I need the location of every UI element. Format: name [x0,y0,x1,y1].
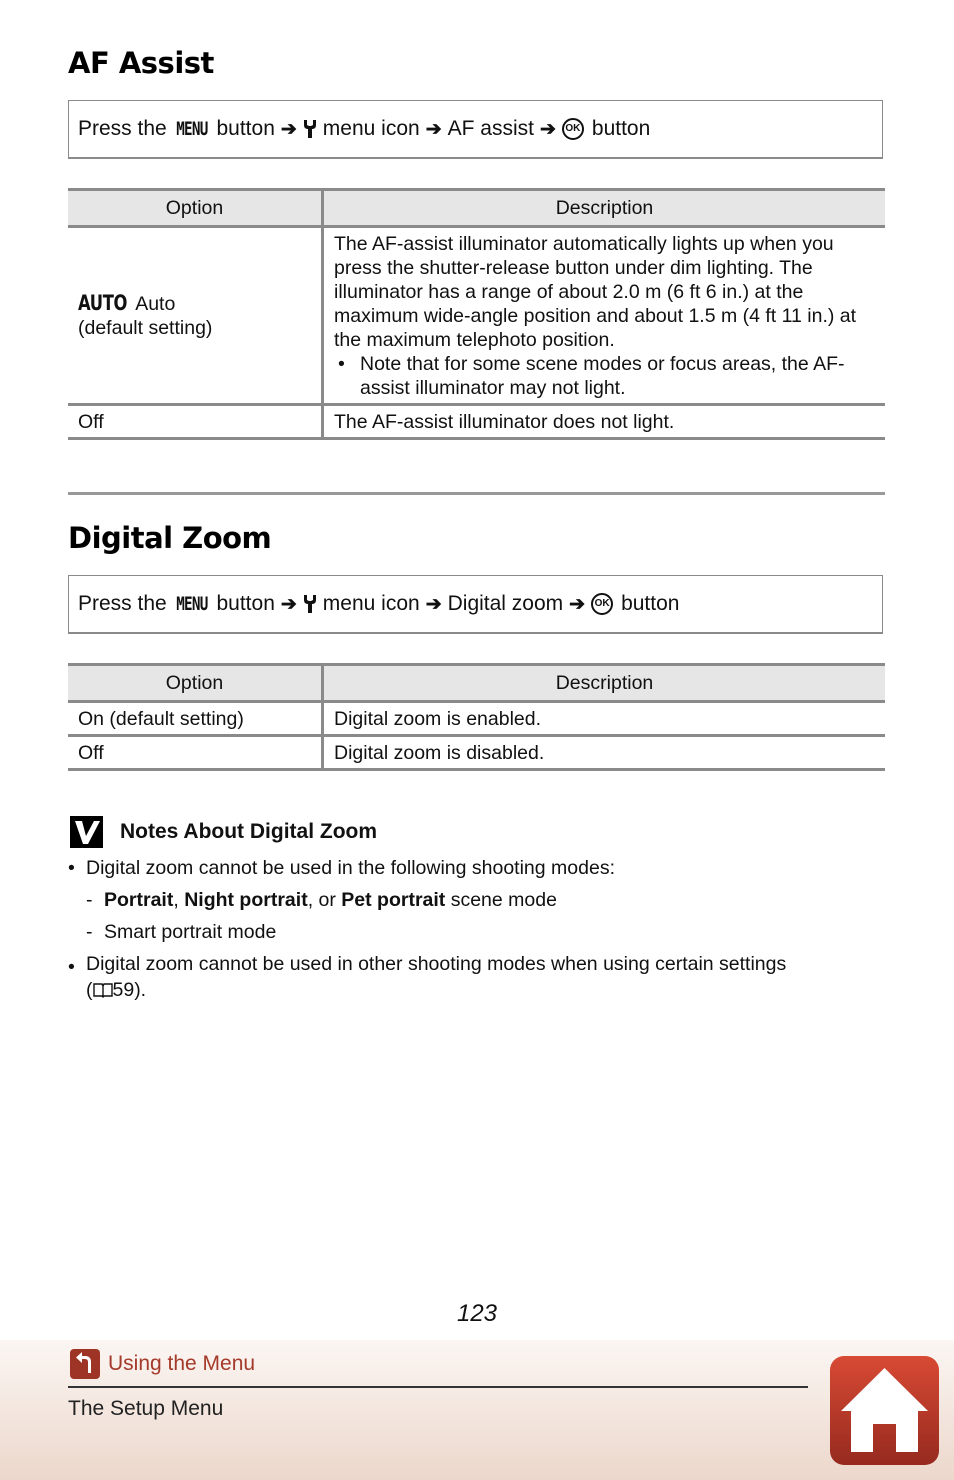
arrow-right-icon: ➔ [425,118,442,140]
note-item: • Digital zoom cannot be used in other s… [68,951,868,1003]
option-cell: Off [68,735,324,771]
wrench-icon [303,595,316,613]
notes-header: Notes About Digital Zoom [68,812,868,852]
note-text: Digital zoom cannot be used in other sho… [86,953,787,975]
table-header-row: Option Description [68,188,885,228]
table-row: On (default setting) Digital zoom is ena… [68,701,885,737]
arrow-right-icon: ➔ [425,593,442,615]
table-row: AUTO Auto (default setting) The AF-assis… [68,226,885,406]
footer-divider [68,1386,808,1388]
page-number: 123 [456,1300,498,1327]
path-item-af-assist: AF assist [447,117,534,140]
mode-name: Portrait [104,889,174,911]
dash-icon: - [86,889,93,911]
path-text: menu icon [322,117,420,140]
table-row: Off The AF-assist illuminator does not l… [68,404,885,440]
path-text: Press the [78,117,167,140]
description-cell: Digital zoom is enabled. [322,701,885,737]
ok-button-icon: OK [591,593,614,615]
back-icon[interactable] [70,1349,100,1379]
bullet-icon: • [68,857,75,879]
column-header-option: Option [68,188,324,228]
option-label: Auto [135,293,176,315]
notes-title: Notes About Digital Zoom [120,820,378,843]
column-header-description: Description [322,663,885,703]
mode-name: Night portrait [184,889,308,911]
path-text: button [216,117,275,140]
column-header-description: Description [322,188,885,228]
option-cell: Off [68,404,324,440]
breadcrumb-label[interactable]: Using the Menu [108,1352,255,1376]
description-text: The AF-assist illuminator automatically … [334,232,857,351]
arrow-right-icon: ➔ [280,118,297,140]
description-cell: Digital zoom is disabled. [322,735,885,771]
bullet-icon: • [68,956,75,978]
digital-zoom-options-table: Option Description On (default setting) … [68,663,885,771]
menu-path-af-assist: Press the MENU button ➔ menu icon ➔ AF a… [68,100,883,159]
menu-path-digital-zoom: Press the MENU button ➔ menu icon ➔ Digi… [68,575,883,634]
section-title-digital-zoom: Digital Zoom [68,521,272,555]
table-row: Off Digital zoom is disabled. [68,735,885,771]
mode-name: Pet portrait [341,889,446,911]
description-cell: The AF-assist illuminator automatically … [322,226,885,406]
path-text: menu icon [322,592,420,615]
page-reference-link[interactable]: 59). [113,979,147,1001]
option-sublabel: (default setting) [78,317,213,339]
arrow-right-icon: ➔ [569,593,586,615]
description-bullet: • Note that for some scene modes or focu… [334,352,877,400]
column-header-option: Option [68,663,324,703]
check-icon [70,816,103,848]
home-button[interactable] [830,1356,939,1465]
separator: , or [307,889,342,911]
note-subitem-text: Smart portrait mode [104,921,277,943]
path-item-digital-zoom: Digital zoom [447,592,564,615]
section-title-af-assist: AF Assist [68,46,214,80]
note-subitem: - Portrait, Night portrait, or Pet portr… [68,884,868,916]
note-subitem-text: Portrait, Night portrait, or Pet portrai… [104,884,557,916]
path-text: button [216,592,275,615]
note-text: Digital zoom cannot be used in the follo… [86,857,615,879]
note-subitem: - Smart portrait mode [68,916,868,948]
option-cell: AUTO Auto (default setting) [68,226,324,406]
notes-box: Notes About Digital Zoom • Digital zoom … [68,812,868,1003]
wrench-icon [303,120,316,138]
menu-button-icon: MENU [175,118,208,140]
table-header-row: Option Description [68,663,885,703]
dash-icon: - [86,921,93,943]
bullet-text: Note that for some scene modes or focus … [360,352,845,399]
section-divider [68,492,885,495]
path-text: button [591,117,651,140]
menu-button-icon: MENU [175,593,208,615]
separator: scene mode [445,889,557,911]
description-cell: The AF-assist illuminator does not light… [322,404,885,440]
auto-mode-icon: AUTO [78,291,128,315]
note-item: • Digital zoom cannot be used in the fol… [68,852,868,884]
arrow-right-icon: ➔ [539,118,556,140]
sub-section-label: The Setup Menu [68,1397,224,1420]
bullet-icon: • [338,352,345,375]
af-assist-options-table: Option Description AUTO Auto (default se… [68,188,885,440]
ok-button-icon: OK [561,118,584,140]
arrow-right-icon: ➔ [280,593,297,615]
home-icon [841,1368,928,1452]
book-icon[interactable] [92,982,113,998]
path-text: Press the [78,592,167,615]
separator: , [173,889,185,911]
option-cell: On (default setting) [68,701,324,737]
path-text: button [621,592,680,615]
breadcrumb-link[interactable]: Using the Menu [70,1349,255,1379]
